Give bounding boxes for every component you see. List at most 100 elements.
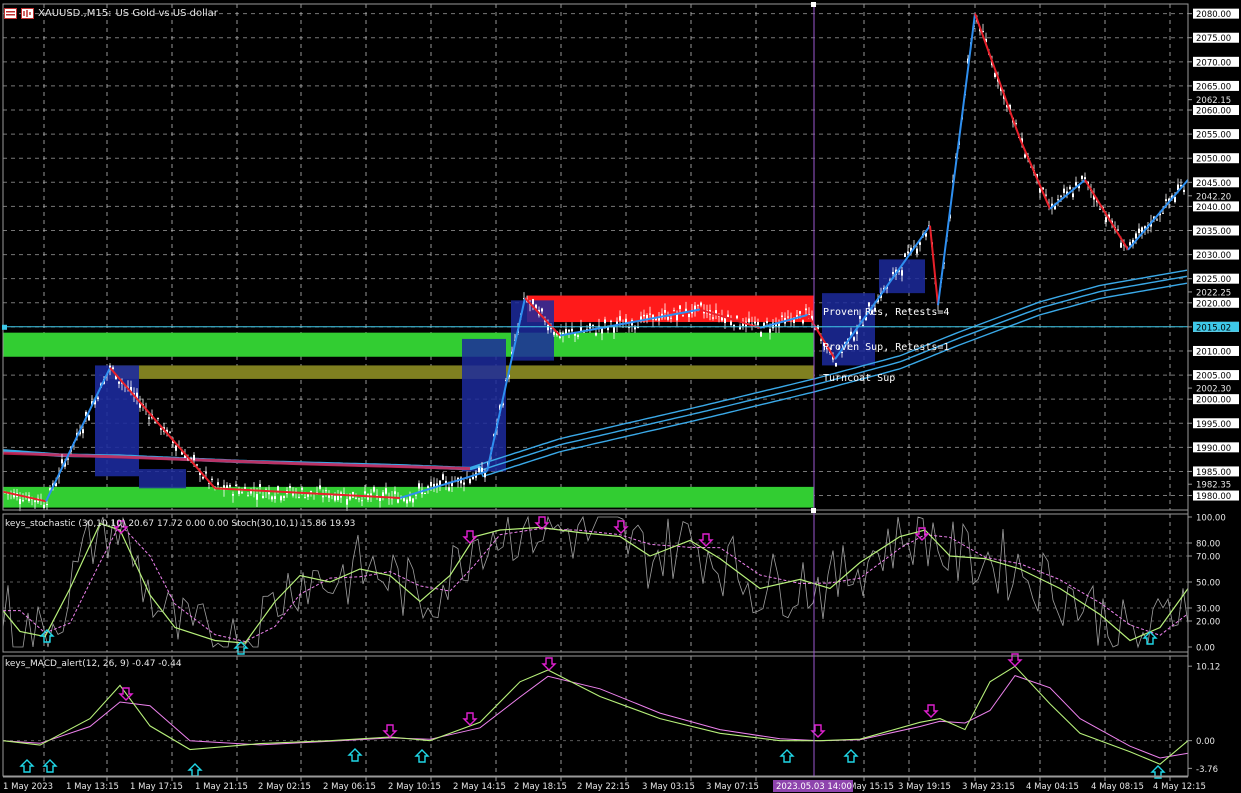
chart-title: XAUUSD.,M15: US Gold vs US dollar bbox=[4, 6, 218, 20]
candle-body bbox=[679, 305, 681, 309]
candle-body bbox=[802, 320, 804, 324]
candle-body bbox=[1120, 242, 1122, 248]
candle-body bbox=[754, 321, 756, 324]
price-label: 2000.00 bbox=[1196, 396, 1231, 406]
candle-body bbox=[448, 487, 450, 491]
candle-body bbox=[403, 498, 405, 502]
price-label: 2060.00 bbox=[1196, 107, 1231, 117]
candle-body bbox=[1174, 196, 1176, 203]
time-label: 2 May 10:15 bbox=[388, 782, 441, 792]
candle-body bbox=[211, 478, 213, 480]
price-label: 2005.00 bbox=[1196, 372, 1231, 382]
candle-body bbox=[868, 302, 870, 307]
candle-body bbox=[1117, 229, 1119, 231]
time-label: 2 May 02:15 bbox=[258, 782, 311, 792]
price-label: 2002.30 bbox=[1196, 385, 1231, 395]
candle-body bbox=[241, 492, 243, 494]
candle-body bbox=[835, 362, 837, 367]
candle-body bbox=[682, 315, 684, 317]
candle-body bbox=[397, 499, 399, 503]
candle-body bbox=[916, 248, 918, 254]
candle-body bbox=[118, 381, 120, 384]
candle-body bbox=[361, 500, 363, 502]
candle-body bbox=[856, 331, 858, 335]
stochastic-label: keys_stochastic (30,10,10) 20.67 17.72 0… bbox=[5, 519, 356, 529]
time-label: 4 May 08:15 bbox=[1091, 782, 1144, 792]
candle-body bbox=[22, 500, 24, 502]
price-label: 2045.00 bbox=[1196, 179, 1231, 189]
time-label: 2 May 06:15 bbox=[323, 782, 376, 792]
candle-body bbox=[1135, 233, 1137, 239]
price-label: 1982.35 bbox=[1196, 481, 1231, 491]
chart-canvas[interactable]: Proven Res, Retests=4 Proven Sup, Retests… bbox=[0, 0, 1241, 793]
price-label: 2062.15 bbox=[1196, 96, 1231, 106]
macd-buy-arrow bbox=[779, 749, 795, 763]
candle-body bbox=[715, 310, 717, 314]
candle-body bbox=[649, 313, 651, 315]
price-label: 1995.00 bbox=[1196, 420, 1231, 430]
candle-body bbox=[1057, 199, 1059, 201]
candle-body bbox=[1183, 189, 1185, 192]
zigzag-segment bbox=[937, 13, 976, 306]
stoch-level-label: 20.00 bbox=[1196, 618, 1220, 628]
breakout-box bbox=[95, 365, 139, 477]
candle-body bbox=[427, 486, 429, 488]
candle-body bbox=[271, 496, 273, 500]
axes: 2080.00 2075.00 2070.00 2065.00 2062.152060.… bbox=[2, 2, 1239, 792]
candle-body bbox=[670, 317, 672, 319]
candle-body bbox=[1081, 175, 1083, 179]
candle-body bbox=[892, 271, 894, 275]
zigzag-segment bbox=[1049, 179, 1086, 210]
stoch-signal-line bbox=[3, 523, 1189, 643]
candle-body bbox=[1069, 186, 1071, 190]
candle-body bbox=[277, 486, 279, 492]
candle-body bbox=[853, 337, 855, 341]
candle-body bbox=[1072, 193, 1074, 198]
candle-body bbox=[193, 454, 195, 461]
macd-buy-arrow bbox=[187, 763, 203, 777]
candle-body bbox=[601, 328, 603, 334]
stoch-level-label: 100.00 bbox=[1196, 514, 1226, 524]
time-label: 1 May 13:15 bbox=[66, 782, 119, 792]
candle-body bbox=[289, 486, 291, 489]
time-label: 2 May 22:15 bbox=[577, 782, 630, 792]
candle-body bbox=[82, 429, 84, 434]
stoch-level-label: 0.00 bbox=[1196, 644, 1215, 654]
candle-body bbox=[373, 487, 375, 492]
candle-body bbox=[766, 321, 768, 324]
candle-body bbox=[418, 483, 420, 489]
candle-body bbox=[769, 329, 771, 333]
price-label: 2050.00 bbox=[1196, 155, 1231, 165]
candle-body bbox=[412, 498, 414, 503]
candle-body bbox=[730, 321, 732, 326]
candle-body bbox=[379, 498, 381, 501]
candle-body bbox=[613, 327, 615, 333]
current-price-label: 2015.02 bbox=[1196, 323, 1231, 333]
candle-body bbox=[61, 459, 63, 464]
candle-body bbox=[760, 332, 762, 337]
candle-body bbox=[1165, 199, 1167, 202]
zone-label-proven-sup: Proven Sup, Retests=1 bbox=[823, 342, 949, 353]
candle-body bbox=[247, 495, 249, 497]
candle-body bbox=[301, 487, 303, 490]
price-line-handle bbox=[2, 324, 7, 330]
candle-body bbox=[46, 504, 48, 506]
price-label: 1985.00 bbox=[1196, 468, 1231, 478]
candle-body bbox=[355, 497, 357, 499]
candle-body bbox=[589, 323, 591, 329]
time-label: 1 May 2023 bbox=[3, 782, 53, 792]
price-label: 2010.00 bbox=[1196, 347, 1231, 357]
candle-body bbox=[688, 313, 690, 318]
candle-body bbox=[175, 445, 177, 451]
candle-body bbox=[319, 485, 321, 489]
macd-main-line bbox=[2, 665, 1189, 765]
time-label: 4 May 04:15 bbox=[1026, 782, 1079, 792]
zigzag-segment bbox=[929, 225, 939, 306]
support-zone-upper bbox=[3, 332, 814, 357]
candle-body bbox=[169, 431, 171, 433]
zone-label-proven-res: Proven Res, Retests=4 bbox=[823, 307, 949, 318]
stoch-main-line bbox=[2, 522, 1189, 644]
candle-body bbox=[256, 494, 258, 500]
candle-body bbox=[907, 251, 909, 254]
candle-chart-icon bbox=[21, 7, 34, 19]
